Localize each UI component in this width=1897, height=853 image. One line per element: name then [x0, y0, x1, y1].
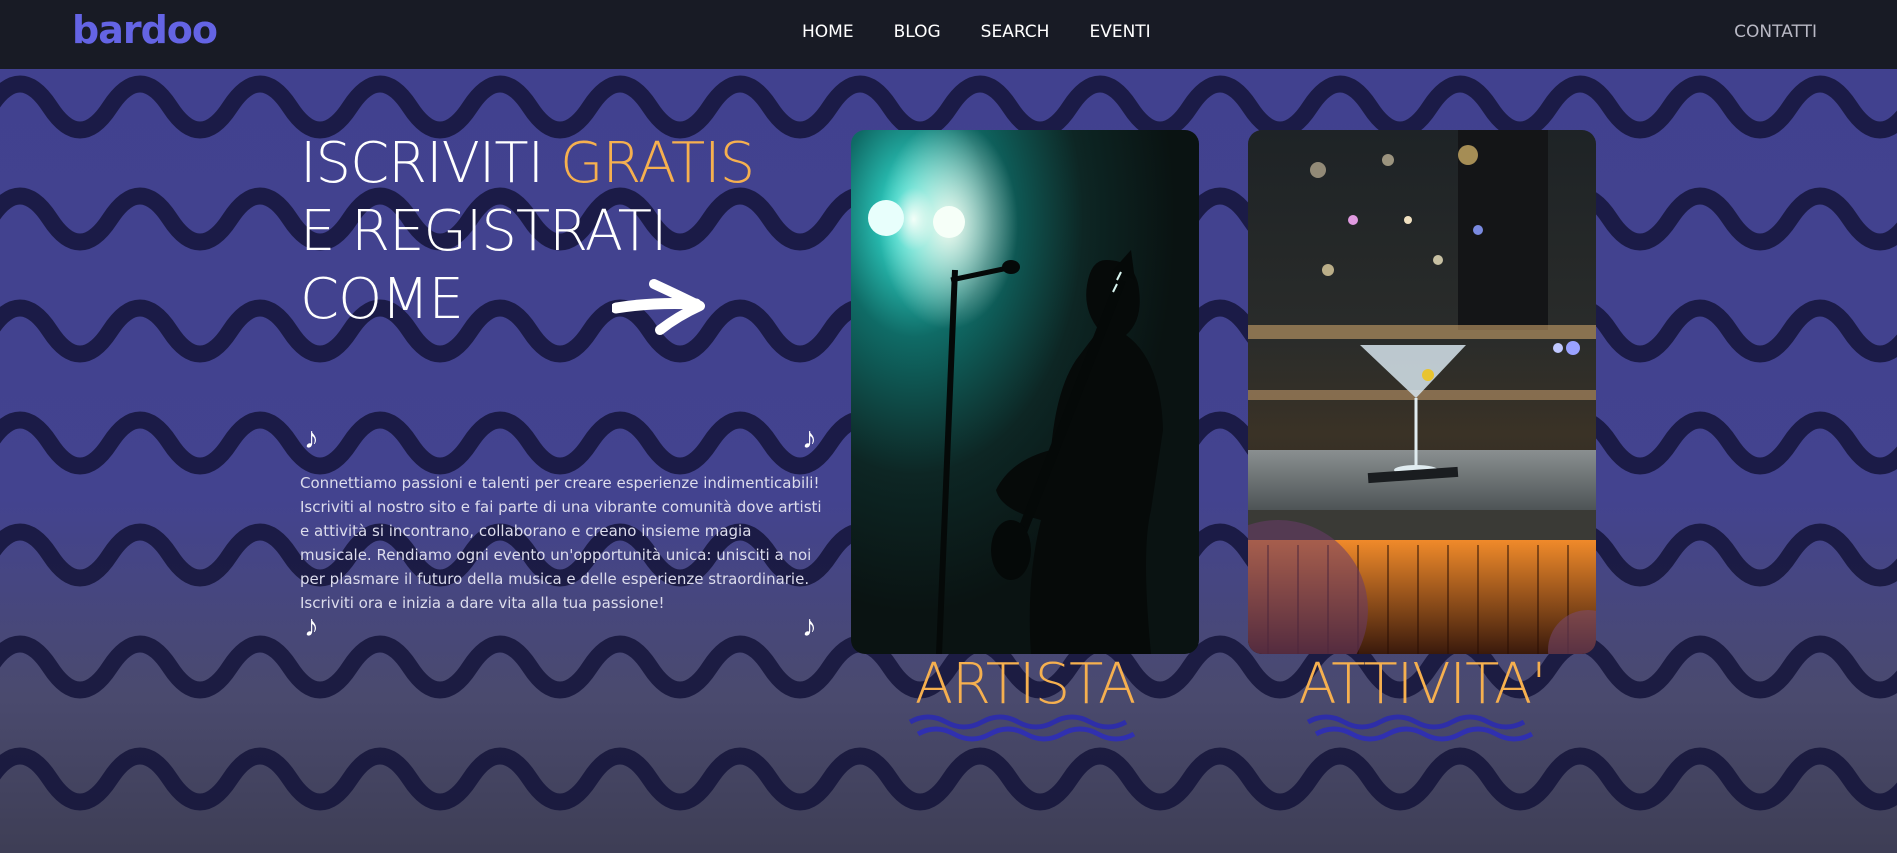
hero-description: Connettiamo passioni e talenti per crear…	[300, 474, 822, 612]
headline-iscriviti: ISCRIVITI	[300, 131, 544, 196]
nav-contatti[interactable]: CONTATTI	[1734, 22, 1817, 42]
nav-blog[interactable]: BLOG	[894, 22, 941, 42]
main-menu: HOME BLOG SEARCH EVENTI	[802, 22, 1151, 42]
bardoo-logo[interactable]: bardoo	[72, 8, 218, 52]
nav-home[interactable]: HOME	[802, 22, 854, 42]
attivita-label[interactable]: ATTIVITA'	[1248, 652, 1596, 717]
underline-squiggle-icon	[908, 714, 1136, 742]
underline-squiggle-icon	[1306, 714, 1534, 742]
artist-card-image[interactable]	[851, 130, 1199, 654]
nav-eventi[interactable]: EVENTI	[1089, 22, 1150, 42]
top-navbar: bardoo HOME BLOG SEARCH EVENTI CONTATTI	[0, 0, 1897, 69]
headline-registrati: E REGISTRATI	[300, 199, 667, 264]
music-note-icon: ♪	[304, 610, 319, 643]
activity-card-image[interactable]	[1248, 130, 1596, 654]
music-note-icon: ♪	[802, 422, 817, 455]
music-note-icon: ♪	[304, 422, 319, 455]
arrow-right-icon	[612, 279, 705, 335]
music-note-icon: ♪	[802, 610, 817, 643]
headline-gratis: GRATIS	[559, 131, 755, 196]
artista-label[interactable]: ARTISTA	[851, 652, 1199, 717]
nav-search[interactable]: SEARCH	[981, 22, 1050, 42]
